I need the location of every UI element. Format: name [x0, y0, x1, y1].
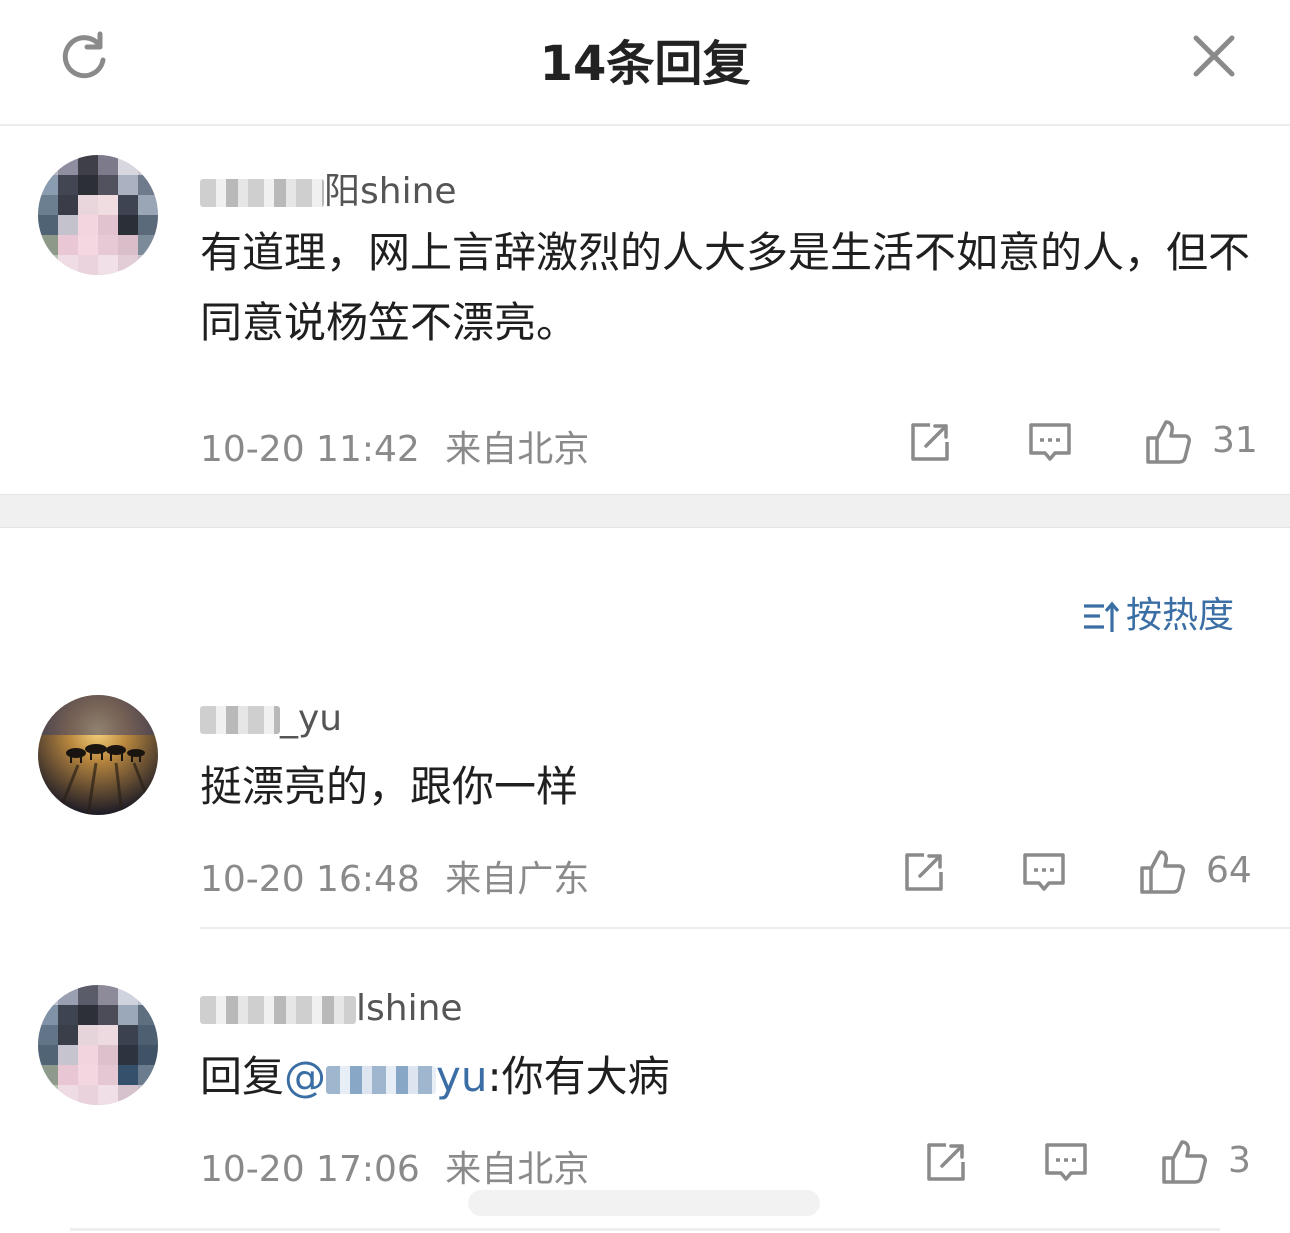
header-bar: 14条回复	[0, 0, 1290, 126]
comment-icon[interactable]	[1020, 848, 1068, 896]
reply-location: 来自广东	[445, 859, 590, 900]
like-icon[interactable]	[1138, 848, 1186, 896]
reply-text: 回复@ yu:你有大病	[200, 1042, 1250, 1112]
reply-time: 10-20 16:48	[200, 859, 420, 900]
reply-meta: 10-20 17:06 来自北京	[200, 1140, 589, 1192]
page-title: 14条回复	[539, 36, 751, 92]
like-icon[interactable]	[1160, 1138, 1208, 1186]
comment-icon[interactable]	[1042, 1138, 1090, 1186]
like-count: 64	[1206, 850, 1252, 891]
username-redacted	[200, 706, 280, 734]
bottom-divider	[70, 1228, 1220, 1231]
share-icon[interactable]	[906, 418, 954, 466]
reply-divider	[200, 927, 1290, 929]
avatar[interactable]	[38, 695, 158, 815]
comment-actions: 31	[906, 418, 1258, 468]
username-text: lshine	[356, 988, 463, 1029]
reply-text: 挺漂亮的，跟你一样	[200, 762, 579, 811]
home-indicator	[468, 1190, 820, 1216]
comment-icon[interactable]	[1026, 418, 1074, 466]
reply-actions: 3	[922, 1138, 1262, 1188]
username[interactable]: lshine	[200, 988, 463, 1029]
section-divider	[0, 494, 1290, 528]
sort-toggle[interactable]: 按热度	[1082, 586, 1234, 638]
username-redacted	[200, 996, 356, 1024]
share-icon[interactable]	[922, 1138, 970, 1186]
comment-text: 有道理，网上言辞激烈的人大多是生活不如意的人，但不同意说杨笠不漂亮。	[200, 228, 1251, 347]
reply-prefix: 回复	[200, 1052, 285, 1101]
username[interactable]: 阳shine	[200, 162, 457, 214]
sort-icon	[1084, 601, 1120, 632]
like-icon[interactable]	[1144, 418, 1192, 466]
like-count: 31	[1212, 420, 1258, 461]
share-icon[interactable]	[900, 848, 948, 896]
mention-at: @	[284, 1052, 327, 1101]
mention-link[interactable]: @ yu	[284, 1052, 487, 1101]
reply-actions: 64	[900, 848, 1252, 898]
reply-body: :你有大病	[487, 1052, 670, 1101]
comment-meta: 10-20 11:42 来自北京	[200, 420, 589, 472]
reply-meta: 10-20 16:48 来自广东	[200, 850, 589, 902]
like-count: 3	[1228, 1140, 1251, 1181]
username-redacted	[200, 179, 324, 207]
avatar[interactable]	[38, 985, 158, 1105]
close-icon[interactable]	[1186, 28, 1242, 84]
reply-location: 来自北京	[445, 1149, 590, 1190]
username[interactable]: _yu	[200, 698, 342, 739]
comment-time: 10-20 11:42	[200, 429, 420, 470]
username-text: 阳shine	[324, 171, 457, 212]
comment-location: 来自北京	[445, 429, 590, 470]
username-text: _yu	[280, 698, 343, 739]
sort-label: 按热度	[1126, 595, 1235, 636]
mention-redacted	[326, 1065, 437, 1094]
avatar[interactable]	[38, 155, 158, 275]
mention-text: yu	[436, 1052, 488, 1101]
reply-time: 10-20 17:06	[200, 1149, 420, 1190]
